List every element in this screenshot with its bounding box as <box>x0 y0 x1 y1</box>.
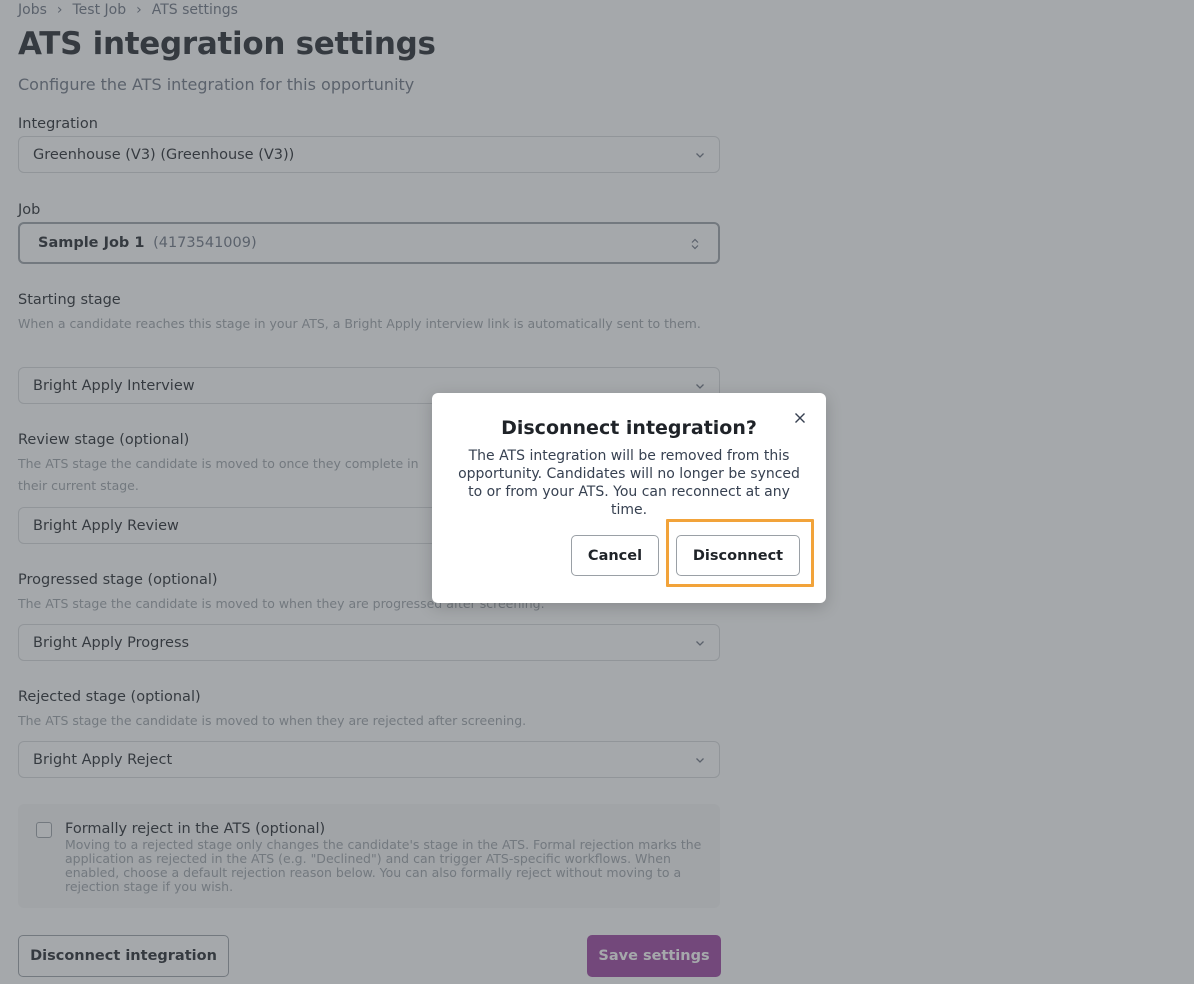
confirm-disconnect-button[interactable]: Disconnect <box>676 535 800 576</box>
close-icon[interactable] <box>792 410 808 426</box>
dialog-message: The ATS integration will be removed from… <box>458 448 800 518</box>
cancel-button[interactable]: Cancel <box>571 535 659 576</box>
dialog-title: Disconnect integration? <box>501 417 757 439</box>
disconnect-dialog: Disconnect integration? The ATS integrat… <box>432 393 826 603</box>
